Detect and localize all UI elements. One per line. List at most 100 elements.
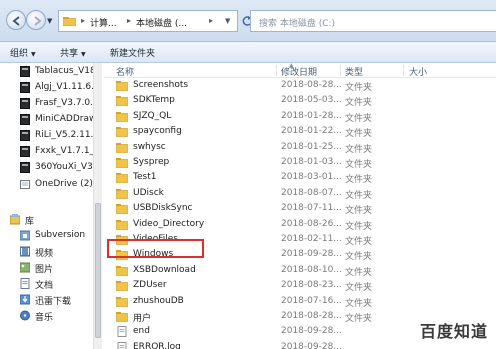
- file-row[interactable]: zhushouDB 2018-07-16... 文件夹: [104, 294, 496, 309]
- file-row[interactable]: Sysprep 2018-01-03... 文件夹: [104, 155, 496, 170]
- file-date: 2018-09-28...: [281, 249, 342, 260]
- breadcrumb-computer[interactable]: 计算...: [90, 16, 117, 29]
- file-date: 2018-08-26...: [281, 218, 342, 229]
- folder-icon: [116, 281, 128, 291]
- file-date: 2018-07-11...: [281, 203, 342, 214]
- file-row[interactable]: XSBDownload 2018-08-10... 文件夹: [104, 263, 496, 278]
- file-row[interactable]: USBDiskSync 2018-07-11... 文件夹: [104, 201, 496, 216]
- library-icon: [10, 214, 20, 225]
- onedrive-icon: [20, 180, 30, 189]
- file-name: SDKTemp: [133, 95, 175, 106]
- file-row[interactable]: SJZQ_QL 2018-01-28... 文件夹: [104, 109, 496, 124]
- breadcrumb-separator[interactable]: ▸: [127, 16, 131, 25]
- forward-button[interactable]: [26, 10, 46, 30]
- folder-icon: [116, 296, 128, 307]
- file-type: 文件夹: [345, 129, 373, 140]
- file-row[interactable]: Screenshots 2018-08-28... 文件夹: [104, 78, 496, 93]
- address-dropdown-icon[interactable]: ▼: [225, 17, 230, 25]
- file-type: 文件夹: [345, 206, 373, 217]
- file-row[interactable]: swhysc 2018-01-25... 文件夹: [104, 140, 496, 155]
- file-date: 2018-01-25...: [281, 141, 342, 152]
- file-type: 文件夹: [345, 267, 373, 278]
- column-divider[interactable]: [276, 65, 277, 76]
- file-date: 2018-01-22...: [281, 126, 342, 137]
- file-type: 文件夹: [345, 113, 373, 124]
- app-icon: [20, 130, 30, 141]
- column-header-date[interactable]: 修改日期: [281, 65, 317, 78]
- file-date: 2018-09-28...: [281, 341, 342, 349]
- file-row[interactable]: SDKTemp 2018-05-03... 文件夹: [104, 93, 496, 108]
- file-name: Screenshots: [133, 80, 189, 90]
- organize-button[interactable]: 组织 ▼: [10, 46, 36, 59]
- folder-icon: [116, 158, 128, 168]
- file-type: 文件夹: [345, 98, 373, 109]
- folder-icon: [116, 127, 128, 137]
- column-header-row: 名称 ▲ 修改日期 类型 大小: [104, 62, 496, 78]
- file-icon: [117, 341, 127, 349]
- chevron-down-icon: ▼: [31, 51, 36, 58]
- recent-pages-dropdown[interactable]: ▼: [47, 17, 52, 25]
- column-divider[interactable]: [403, 65, 404, 76]
- file-type: 文件夹: [345, 83, 373, 93]
- file-type: 文件夹: [345, 175, 373, 186]
- file-date: 2018-08-28...: [281, 311, 342, 321]
- highlight-annotation: [107, 239, 204, 258]
- file-date: 2018-03-01...: [281, 172, 342, 183]
- share-button[interactable]: 共享 ▼: [60, 46, 86, 59]
- folder-icon: [116, 81, 128, 91]
- folder-icon: [116, 142, 128, 153]
- back-button[interactable]: [6, 10, 26, 30]
- file-name: XSBDownload: [133, 264, 196, 275]
- breadcrumb-local-disk[interactable]: 本地磁盘 (...: [136, 16, 187, 29]
- file-date: 2018-01-28...: [281, 110, 342, 121]
- back-arrow-icon: [12, 16, 20, 26]
- folder-icon: [116, 96, 128, 107]
- file-type: 文件夹: [345, 144, 373, 155]
- app-icon: [20, 146, 30, 157]
- column-divider[interactable]: [340, 65, 341, 76]
- file-type: 文件夹: [345, 221, 373, 232]
- file-date: 2018-02-11...: [281, 234, 342, 244]
- file-name: ERROR.log: [133, 341, 181, 349]
- breadcrumb-separator[interactable]: ▸: [81, 16, 85, 25]
- share-label: 共享: [60, 49, 79, 59]
- scrollbar-thumb[interactable]: [95, 203, 101, 338]
- file-name: zhushouDB: [133, 295, 184, 306]
- file-name: USBDiskSync: [133, 203, 193, 214]
- file-name: spayconfig: [133, 126, 182, 137]
- folder-icon: [116, 312, 128, 322]
- app-icon: [20, 82, 30, 93]
- file-row[interactable]: Video_Directory 2018-08-26... 文件夹: [104, 217, 496, 232]
- chevron-down-icon: ▼: [81, 51, 86, 58]
- address-box[interactable]: ▸ 计算... ▸ 本地磁盘 (... ▸ ▼: [58, 10, 238, 32]
- search-input[interactable]: 搜索 本地磁盘 (C:): [250, 10, 496, 32]
- file-date: 2018-01-03...: [281, 157, 342, 167]
- file-row[interactable]: Test1 2018-03-01... 文件夹: [104, 170, 496, 185]
- file-date: 2018-05-03...: [281, 95, 342, 106]
- file-row[interactable]: spayconfig 2018-01-22... 文件夹: [104, 124, 496, 139]
- file-name: SJZQ_QL: [133, 110, 172, 121]
- breadcrumb-separator[interactable]: ▸: [209, 16, 213, 25]
- file-date: 2018-08-28...: [281, 80, 342, 90]
- column-header-name[interactable]: 名称: [116, 65, 134, 78]
- app-icon: [20, 66, 30, 77]
- column-header-size[interactable]: 大小: [409, 65, 427, 78]
- organize-label: 组织: [10, 49, 29, 59]
- nav-pane-scrollbar[interactable]: [93, 63, 102, 349]
- folder-icon: [116, 219, 128, 230]
- new-folder-button[interactable]: 新建文件夹: [110, 46, 155, 59]
- file-date: 2018-07-16...: [281, 295, 342, 306]
- file-row[interactable]: UDisck 2018-08-07... 文件夹: [104, 186, 496, 201]
- file-name: Video_Directory: [133, 218, 205, 229]
- command-toolbar: 组织 ▼ 共享 ▼ 新建文件夹: [0, 42, 496, 63]
- folder-icon: [116, 173, 128, 184]
- folder-icon: [116, 111, 128, 122]
- subversion-icon: [20, 230, 30, 241]
- music-icon: [20, 310, 30, 321]
- file-type: 文件夹: [345, 237, 373, 247]
- column-header-type[interactable]: 类型: [345, 65, 363, 78]
- app-icon: [20, 162, 30, 173]
- search-placeholder: 搜索 本地磁盘 (C:): [259, 19, 336, 29]
- file-row[interactable]: ZDUser 2018-08-23... 文件夹: [104, 278, 496, 293]
- app-icon: [20, 114, 30, 125]
